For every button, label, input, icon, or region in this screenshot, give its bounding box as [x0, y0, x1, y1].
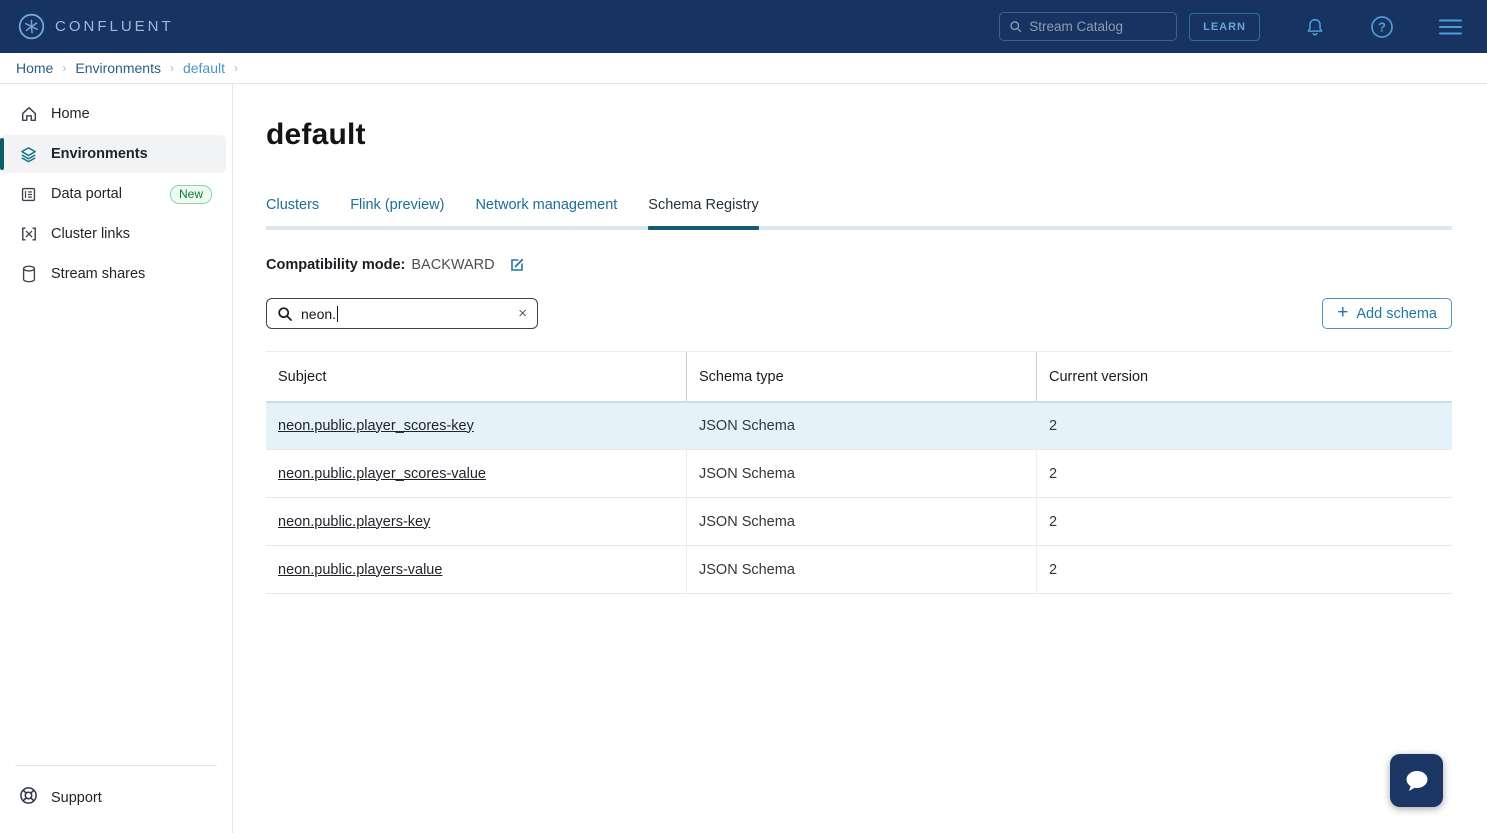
column-header-subject: Subject	[266, 352, 687, 401]
plus-icon: +	[1337, 302, 1348, 324]
confluent-logo-icon	[18, 13, 45, 40]
subject-link[interactable]: neon.public.players-key	[278, 514, 430, 530]
add-schema-label: Add schema	[1356, 306, 1437, 322]
sidebar-spacer	[0, 294, 232, 765]
edit-icon[interactable]	[509, 257, 525, 273]
schema-type-cell: JSON Schema	[687, 498, 1037, 545]
column-header-schema-type: Schema type	[687, 352, 1037, 401]
chevron-right-icon: ›	[170, 61, 174, 75]
learn-button[interactable]: LEARN	[1189, 13, 1260, 41]
cluster-links-icon	[19, 226, 38, 242]
compatibility-mode-value: BACKWARD	[411, 257, 494, 273]
brand-text: CONFLUENT	[55, 18, 174, 35]
schema-type-cell: JSON Schema	[687, 402, 1037, 449]
sidebar-item-environments[interactable]: Environments	[0, 135, 226, 173]
support-lifering-icon	[19, 786, 38, 809]
clear-search-icon[interactable]: ×	[518, 306, 527, 321]
schema-search-input[interactable]: neon. ×	[266, 298, 538, 329]
top-navbar: CONFLUENT LEARN ?	[0, 0, 1487, 53]
breadcrumb: Home › Environments › default ›	[0, 53, 1487, 84]
current-version-cell: 2	[1037, 450, 1452, 497]
stream-catalog-input[interactable]	[1029, 19, 1167, 34]
tab-bar: Clusters Flink (preview) Network managem…	[266, 197, 1452, 230]
chevron-right-icon: ›	[234, 61, 238, 75]
table-row[interactable]: neon.public.players-value JSON Schema 2	[266, 546, 1452, 594]
schemas-table: Subject Schema type Current version neon…	[266, 351, 1452, 594]
sidebar-item-stream-shares[interactable]: Stream shares	[0, 255, 226, 293]
add-schema-button[interactable]: + Add schema	[1322, 298, 1452, 329]
hamburger-menu-icon[interactable]	[1438, 17, 1463, 37]
sidebar-item-home[interactable]: Home	[0, 95, 226, 133]
tab-network-management[interactable]: Network management	[475, 197, 617, 226]
layers-icon	[19, 145, 38, 164]
new-badge: New	[170, 185, 212, 204]
text-caret	[337, 306, 338, 322]
chevron-right-icon: ›	[62, 61, 66, 75]
breadcrumb-environments[interactable]: Environments	[75, 60, 161, 76]
tab-flink-preview[interactable]: Flink (preview)	[350, 197, 444, 226]
table-row[interactable]: neon.public.players-key JSON Schema 2	[266, 498, 1452, 546]
sidebar: Home Environments	[0, 84, 233, 833]
chat-bubble-icon	[1403, 768, 1431, 794]
subject-link[interactable]: neon.public.player_scores-value	[278, 466, 486, 482]
subject-link[interactable]: neon.public.player_scores-key	[278, 418, 474, 434]
table-row[interactable]: neon.public.player_scores-value JSON Sch…	[266, 450, 1452, 498]
sidebar-item-data-portal[interactable]: Data portal New	[0, 175, 226, 213]
notifications-bell-icon[interactable]	[1304, 15, 1326, 39]
page-title: default	[266, 118, 1452, 152]
support-label: Support	[51, 790, 102, 806]
schema-type-cell: JSON Schema	[687, 450, 1037, 497]
column-header-current-version: Current version	[1037, 352, 1452, 401]
current-version-cell: 2	[1037, 402, 1452, 449]
compatibility-mode-label: Compatibility mode:	[266, 257, 405, 273]
current-version-cell: 2	[1037, 498, 1452, 545]
help-icon[interactable]: ?	[1370, 15, 1394, 39]
sidebar-item-support[interactable]: Support	[0, 778, 232, 833]
sidebar-item-cluster-links[interactable]: Cluster links	[0, 215, 226, 253]
search-icon	[1009, 19, 1022, 34]
breadcrumb-home[interactable]: Home	[16, 60, 53, 76]
schema-type-cell: JSON Schema	[687, 546, 1037, 593]
sidebar-item-label: Stream shares	[51, 266, 145, 282]
sidebar-item-label: Home	[51, 106, 90, 122]
tab-clusters[interactable]: Clusters	[266, 197, 319, 226]
table-row[interactable]: neon.public.player_scores-key JSON Schem…	[266, 402, 1452, 450]
chat-widget-button[interactable]	[1390, 754, 1443, 807]
sidebar-item-label: Cluster links	[51, 226, 130, 242]
document-icon	[19, 186, 38, 203]
search-icon	[277, 306, 293, 322]
svg-text:?: ?	[1378, 19, 1386, 34]
home-icon	[19, 105, 38, 123]
compatibility-mode-row: Compatibility mode: BACKWARD	[266, 257, 1452, 273]
breadcrumb-default[interactable]: default	[183, 60, 225, 76]
sidebar-divider	[15, 765, 217, 766]
stream-catalog-search[interactable]	[999, 12, 1177, 41]
database-icon	[19, 265, 38, 283]
table-controls: neon. × + Add schema	[266, 298, 1452, 329]
table-header-row: Subject Schema type Current version	[266, 352, 1452, 402]
navbar-right: LEARN ?	[999, 12, 1463, 41]
confluent-logo[interactable]: CONFLUENT	[18, 13, 174, 40]
sidebar-item-label: Environments	[51, 146, 148, 162]
current-version-cell: 2	[1037, 546, 1452, 593]
sidebar-item-label: Data portal	[51, 186, 122, 202]
subject-link[interactable]: neon.public.players-value	[278, 562, 442, 578]
tab-schema-registry[interactable]: Schema Registry	[648, 197, 758, 226]
main-content: default Clusters Flink (preview) Network…	[233, 84, 1487, 833]
schema-search-value: neon.	[301, 306, 338, 322]
